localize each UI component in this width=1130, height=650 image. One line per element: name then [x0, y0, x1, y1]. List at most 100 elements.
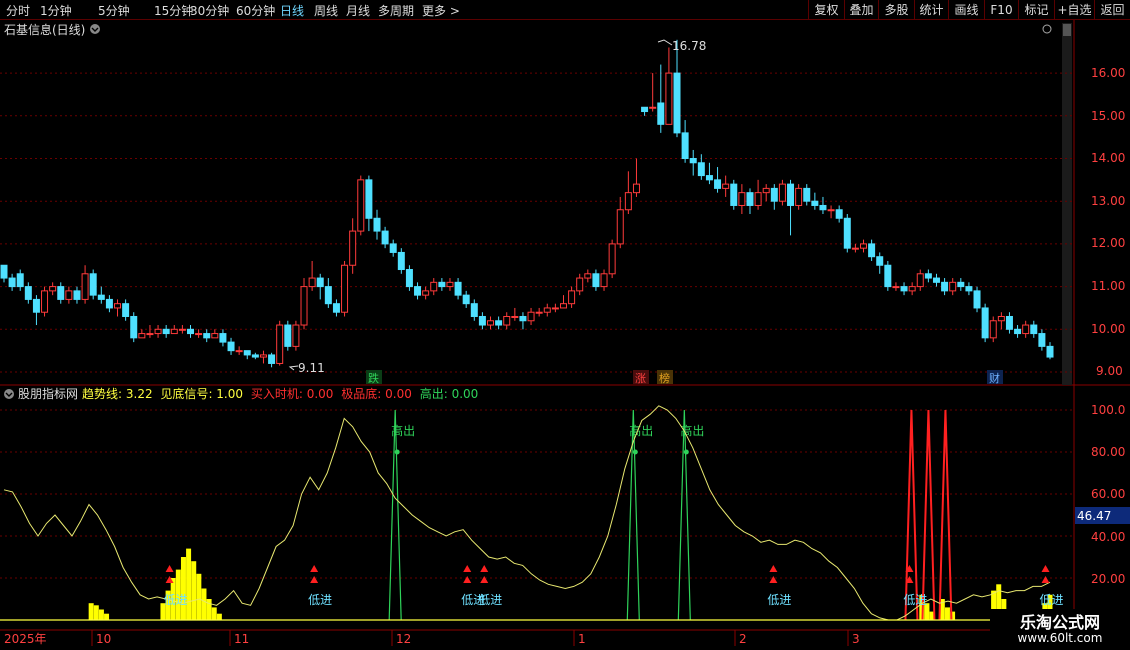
readout-label: 买入时机 [251, 387, 299, 401]
candle-body [551, 307, 559, 310]
title-dropdown-icon[interactable] [90, 24, 100, 34]
low-arrow-icon [463, 576, 472, 583]
candle-body [268, 354, 276, 364]
candle-body [324, 286, 332, 305]
histogram-bar [211, 607, 217, 620]
low-price-label: 9.11 [298, 361, 325, 375]
date-tick: 1 [578, 632, 586, 646]
candle-body [876, 256, 884, 266]
candle-body [373, 217, 381, 232]
high-price-label: 16.78 [672, 39, 706, 53]
price-tick: 11.00 [1091, 279, 1125, 293]
histogram-bar [180, 557, 186, 620]
candle-body [24, 286, 32, 300]
candle-body [300, 286, 308, 326]
candle-body [738, 192, 746, 206]
candle-body [924, 273, 932, 279]
watermark: 乐淘公式网 www.60lt.com [990, 609, 1130, 650]
candle-body [657, 102, 665, 125]
candle-body [186, 328, 194, 335]
candle-body [292, 324, 300, 347]
candle-body [843, 217, 851, 249]
candle-body [584, 273, 592, 279]
event-label-finance: 财 [989, 371, 1000, 385]
candle-body [730, 183, 738, 206]
candle-body [932, 277, 940, 283]
candle-body [957, 281, 965, 288]
price-tick: 10.00 [1091, 322, 1125, 336]
candle-body [949, 281, 957, 292]
candle-body [89, 273, 97, 296]
low-signal-label: 低进 [903, 593, 927, 607]
candle-body [470, 303, 478, 317]
price-tick: 12.00 [1091, 236, 1125, 250]
candle-body [535, 311, 543, 314]
candle-body [884, 264, 892, 288]
candle-body [357, 179, 365, 232]
candle-body [868, 243, 876, 258]
high-dot [683, 449, 689, 455]
low-signal-label: 低进 [308, 593, 332, 607]
high-signal-label: 高出 [629, 423, 653, 438]
candle-body [762, 187, 770, 194]
candle-body [608, 243, 616, 275]
indicator-name: 股朋指标网 [18, 386, 78, 401]
candle-body [81, 273, 89, 300]
readout-value: 1.00 [216, 387, 243, 401]
candle-body [600, 273, 608, 288]
histogram-bar [88, 603, 94, 620]
candle-body [259, 354, 267, 358]
price-tick: 14.00 [1091, 151, 1125, 165]
candle-body [770, 187, 778, 202]
candle-body [235, 350, 243, 353]
candle-body [446, 281, 454, 288]
indicator-readouts: 趋势线: 3.22 见底信号: 1.00 买入时机: 0.00 极品底: 0.0… [82, 386, 478, 401]
indicator-tick: 100.0 [1091, 403, 1125, 417]
candle-body [114, 303, 122, 309]
candle-body [860, 243, 868, 249]
date-separators [91, 630, 849, 646]
candle-body [592, 273, 600, 288]
candle-body [284, 324, 292, 347]
candle-body [1030, 324, 1038, 335]
candle-body [543, 307, 551, 313]
histogram-bar [201, 588, 207, 620]
high-spike [388, 409, 402, 621]
readout-value: 3.22 [126, 387, 153, 401]
candle-body [65, 290, 73, 300]
main-scrollbar[interactable] [1062, 23, 1072, 385]
candlestick-series [0, 39, 1054, 368]
low-arrow-icon [1041, 576, 1050, 583]
candle-body [835, 209, 843, 219]
candle-body [57, 286, 65, 300]
candle-body [811, 200, 819, 206]
event-label-fall: 跌 [368, 371, 379, 385]
candle-body [105, 298, 113, 309]
candle-body [1005, 315, 1013, 330]
candle-body [389, 243, 397, 253]
candle-body [624, 192, 632, 211]
candle-body [616, 209, 624, 245]
stock-chart[interactable]: 高出 高出 高出低进 低进 低进低进 低进 低进 低进 石基信息(日线) 16.00 15.0… [0, 0, 1130, 650]
candle-body [519, 315, 527, 322]
candle-body [478, 315, 486, 326]
diamond-icon[interactable] [1042, 24, 1052, 34]
candle-body [73, 290, 81, 300]
candle-body [973, 290, 981, 309]
candle-body [908, 286, 916, 292]
candle-body [827, 209, 835, 212]
candle-body [341, 264, 349, 313]
low-arrow-icon [1041, 565, 1050, 572]
candle-body [381, 230, 389, 245]
candle-body [632, 183, 640, 194]
candle-body [1038, 333, 1046, 347]
indicator-dropdown-icon[interactable] [4, 389, 14, 399]
candle-body [130, 315, 138, 339]
candle-body [1046, 345, 1054, 358]
candle-body [32, 298, 40, 313]
watermark-url: www.60lt.com [1017, 631, 1103, 645]
readout-value: 0.00 [385, 387, 412, 401]
main-scrollbar-thumb[interactable] [1063, 24, 1071, 36]
low-arrow-icon [480, 565, 489, 572]
histogram-bar [206, 599, 212, 620]
